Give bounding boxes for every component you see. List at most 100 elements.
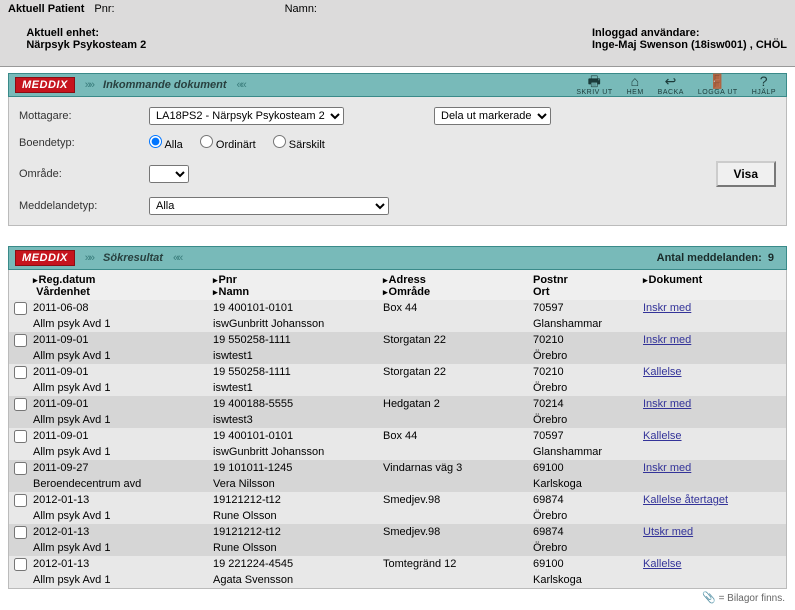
row-checkbox[interactable] <box>14 462 27 475</box>
meddelandetyp-select[interactable]: Alla <box>149 197 389 215</box>
dokument-link[interactable]: Inskr med <box>643 398 691 410</box>
visa-button[interactable]: Visa <box>716 161 776 187</box>
cell-ort: Karlskoga <box>531 476 641 492</box>
chevron-icon: «« <box>173 252 181 264</box>
cell-dokument: Inskr med <box>641 332 786 348</box>
cell-regdatum: 2011-06-08 <box>31 300 211 316</box>
dokument-link[interactable]: Kallelse återtaget <box>643 494 728 506</box>
col-dokument[interactable]: Dokument <box>641 270 786 300</box>
cell-omrade <box>381 508 531 524</box>
col-adress[interactable]: AdressOmråde <box>381 270 531 300</box>
col-pnr[interactable]: PnrNamn <box>211 270 381 300</box>
cell-dokument: Inskr med <box>641 300 786 316</box>
boendetyp-alla[interactable]: Alla <box>149 139 183 151</box>
cell-regdatum: 2011-09-01 <box>31 364 211 380</box>
cell-unit: Allm psyk Avd 1 <box>31 348 211 364</box>
dokument-link[interactable]: Kallelse <box>643 558 682 570</box>
cell-postnr: 70214 <box>531 396 641 412</box>
patient-label: Aktuell Patient <box>8 3 84 15</box>
section-bar-incoming: MEDDIX »» Inkommande dokument «« 🖶SKRIV … <box>8 73 787 97</box>
cell-namn: Rune Olsson <box>211 508 381 524</box>
home-button[interactable]: ⌂HEM <box>627 74 644 96</box>
boendetyp-label: Boendetyp: <box>19 137 149 149</box>
cell-omrade <box>381 540 531 556</box>
cell-regdatum: 2011-09-01 <box>31 396 211 412</box>
cell-regdatum: 2011-09-01 <box>31 332 211 348</box>
unit-value: Närpsyk Psykosteam 2 <box>26 39 146 51</box>
table-row: 2012-01-1319121212-t12Smedjev.9869874Uts… <box>9 524 786 540</box>
cell-namn: iswtest1 <box>211 348 381 364</box>
cell-unit: Allm psyk Avd 1 <box>31 380 211 396</box>
col-postnr[interactable]: PostnrOrt <box>531 270 641 300</box>
table-row: 2011-09-2719 101011-1245Vindarnas väg 36… <box>9 460 786 476</box>
cell-regdatum: 2012-01-13 <box>31 556 211 572</box>
omrade-select[interactable] <box>149 165 189 183</box>
cell-omrade <box>381 412 531 428</box>
cell-adress: Storgatan 22 <box>381 364 531 380</box>
cell-adress: Box 44 <box>381 428 531 444</box>
unit-label: Aktuell enhet: <box>26 27 99 39</box>
row-checkbox[interactable] <box>14 430 27 443</box>
home-icon: ⌂ <box>631 74 640 88</box>
row-checkbox[interactable] <box>14 334 27 347</box>
dokument-link[interactable]: Kallelse <box>643 430 682 442</box>
table-row: 2012-01-1319 221224-4545Tomtegränd 12691… <box>9 556 786 572</box>
door-icon: 🚪 <box>709 74 727 88</box>
cell-ort: Glanshammar <box>531 444 641 460</box>
namn-label: Namn: <box>285 3 317 15</box>
row-checkbox[interactable] <box>14 494 27 507</box>
boendetyp-ordinart[interactable]: Ordinärt <box>200 139 256 151</box>
back-button[interactable]: ↩BACKA <box>658 74 684 96</box>
chevron-icon: «« <box>237 79 245 91</box>
cell-pnr: 19 400188-5555 <box>211 396 381 412</box>
cell-adress: Vindarnas väg 3 <box>381 460 531 476</box>
table-row: 2011-09-0119 550258-1111Storgatan 227021… <box>9 332 786 348</box>
help-button[interactable]: ?HJÄLP <box>752 74 776 96</box>
row-checkbox[interactable] <box>14 366 27 379</box>
cell-pnr: 19 550258-1111 <box>211 364 381 380</box>
row-checkbox[interactable] <box>14 558 27 571</box>
cell-namn: Agata Svensson <box>211 572 381 588</box>
meddix-logo: MEDDIX <box>15 250 75 266</box>
cell-regdatum: 2012-01-13 <box>31 492 211 508</box>
results-table: Reg.datum Vårdenhet PnrNamn AdressOmråde… <box>9 270 786 588</box>
row-checkbox[interactable] <box>14 302 27 315</box>
row-checkbox[interactable] <box>14 398 27 411</box>
cell-dokument: Kallelse <box>641 364 786 380</box>
col-regdatum[interactable]: Reg.datum Vårdenhet <box>31 270 211 300</box>
cell-namn: iswtest3 <box>211 412 381 428</box>
dokument-link[interactable]: Kallelse <box>643 366 682 378</box>
table-row-sub: Beroendecentrum avdVera NilssonKarlskoga <box>9 476 786 492</box>
footnote: 📎 = Bilagor finns. <box>0 589 795 610</box>
paperclip-icon: 📎 <box>702 592 716 604</box>
cell-dokument: Utskr med <box>641 524 786 540</box>
table-row-sub: Allm psyk Avd 1iswtest1Örebro <box>9 348 786 364</box>
row-checkbox[interactable] <box>14 526 27 539</box>
cell-pnr: 19 101011-1245 <box>211 460 381 476</box>
cell-postnr: 69100 <box>531 556 641 572</box>
cell-omrade <box>381 348 531 364</box>
print-button[interactable]: 🖶SKRIV UT <box>576 74 612 96</box>
dokument-link[interactable]: Inskr med <box>643 334 691 346</box>
table-row: 2011-09-0119 400188-5555Hedgatan 270214I… <box>9 396 786 412</box>
cell-pnr: 19 400101-0101 <box>211 428 381 444</box>
loggedin-value: Inge-Maj Swenson (18isw001) , CHÖL <box>592 39 787 51</box>
pnr-label: Pnr: <box>94 3 114 15</box>
boendetyp-sarskilt[interactable]: Särskilt <box>273 139 325 151</box>
distribute-select[interactable]: Dela ut markerade <box>434 107 551 125</box>
section-title-results: Sökresultat <box>103 252 163 264</box>
mottagare-select[interactable]: LA18PS2 - Närpsyk Psykosteam 2 <box>149 107 344 125</box>
cell-unit: Allm psyk Avd 1 <box>31 316 211 332</box>
cell-omrade <box>381 476 531 492</box>
dokument-link[interactable]: Inskr med <box>643 462 691 474</box>
filter-panel: Mottagare: LA18PS2 - Närpsyk Psykosteam … <box>8 97 787 226</box>
table-row-sub: Allm psyk Avd 1Rune OlssonÖrebro <box>9 540 786 556</box>
count-value: 9 <box>768 252 774 264</box>
dokument-link[interactable]: Inskr med <box>643 302 691 314</box>
omrade-label: Område: <box>19 168 149 180</box>
cell-dokument: Inskr med <box>641 396 786 412</box>
cell-adress: Storgatan 22 <box>381 332 531 348</box>
logout-button[interactable]: 🚪LOGGA UT <box>698 74 738 96</box>
dokument-link[interactable]: Utskr med <box>643 526 693 538</box>
cell-pnr: 19 221224-4545 <box>211 556 381 572</box>
